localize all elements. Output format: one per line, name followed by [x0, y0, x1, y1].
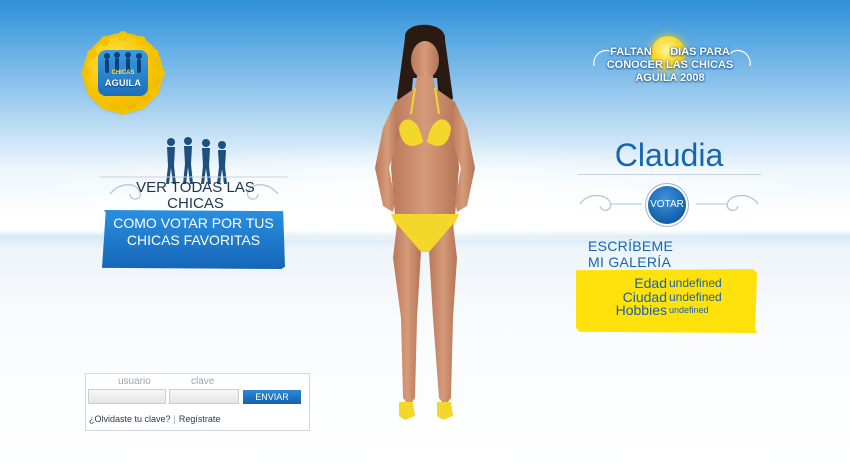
logo-text-aguila: AGUILA [104, 78, 142, 88]
olvidaste-clave-link[interactable]: ¿Olvidaste tu clave? [89, 414, 171, 424]
countdown-dias: DIAS PARA [670, 46, 730, 58]
login-box: usuario clave ENVIAR ¿Olvidaste tu clave… [85, 373, 310, 431]
clave-input[interactable] [169, 389, 239, 404]
enviar-button[interactable]: ENVIAR [243, 390, 301, 404]
hobbies-value: undefined [669, 305, 709, 315]
chicas-aguila-logo[interactable]: CHICAS AGUILA [81, 31, 165, 115]
countdown-faltan: FALTAN [610, 46, 652, 58]
hobbies-label: Hobbies [615, 302, 667, 318]
votar-button[interactable]: VOTAR [648, 186, 686, 224]
divider [578, 174, 761, 175]
info-row-hobbies: Hobbies undefined [576, 302, 757, 318]
contestant-name: Claudia [614, 137, 724, 173]
link-separator: | [173, 414, 176, 424]
login-links: ¿Olvidaste tu clave? | Regístrate [89, 414, 220, 424]
mi-galeria-link[interactable]: MI GALERÍA [588, 254, 671, 270]
como-votar-button[interactable]: COMO VOTAR POR TUS CHICAS FAVORITAS [102, 210, 285, 269]
countdown-line2: CONOCER LAS CHICAS [606, 59, 734, 71]
escribeme-link[interactable]: ESCRÍBEME [588, 238, 673, 254]
ver-todas-link[interactable]: VER TODAS LAS CHICAS [108, 180, 283, 212]
countdown-line3: AGUILA 2008 [635, 72, 705, 84]
usuario-label: usuario [118, 376, 151, 387]
clave-label: clave [191, 376, 215, 387]
usuario-input[interactable] [88, 389, 166, 404]
logo-text-chicas: CHICAS [111, 70, 135, 76]
model-photo [375, 24, 475, 420]
profile-info-panel: Edad undefined Ciudad undefined Hobbies … [576, 269, 757, 333]
registrate-link[interactable]: Regístrate [179, 414, 221, 424]
countdown-text: FALTAN DIAS PARA CONOCER LAS CHICAS AGUI… [592, 46, 748, 85]
profile-links: ESCRÍBEME MI GALERÍA [588, 238, 768, 270]
